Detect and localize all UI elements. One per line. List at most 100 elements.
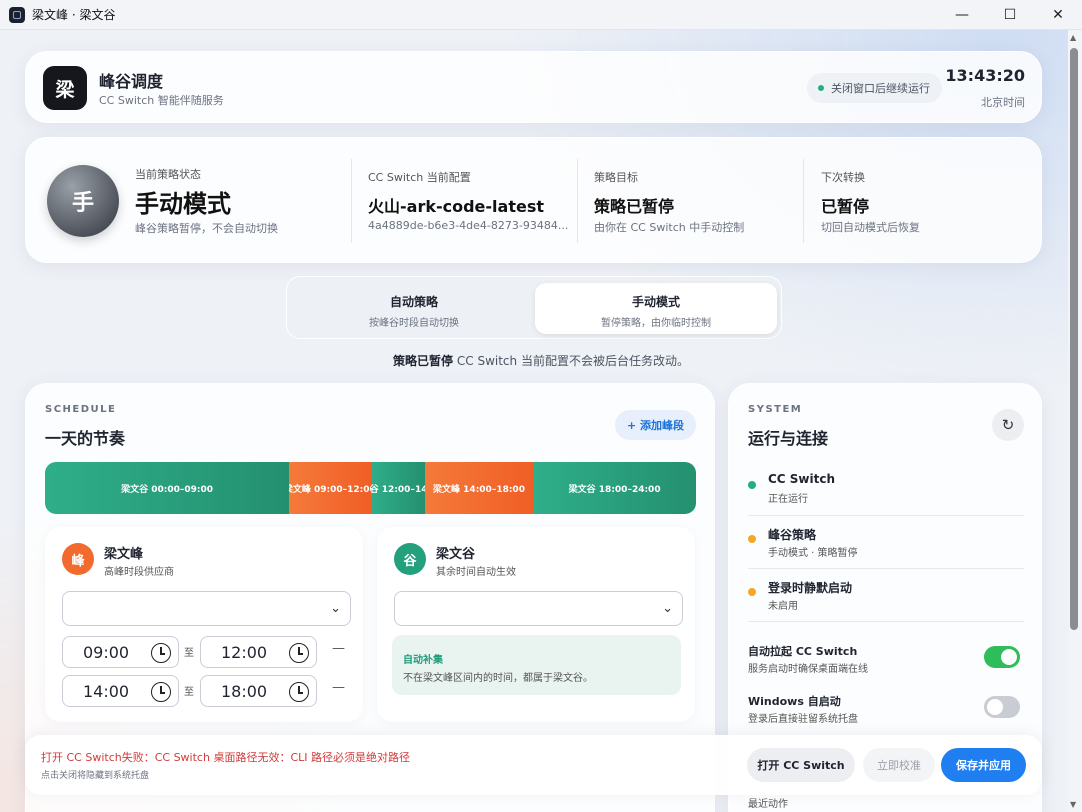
maximize-button[interactable]: ☐ xyxy=(986,0,1034,30)
timeline-segment: 梁文谷 00:00–09:00 xyxy=(45,462,290,514)
status-panel: 手 当前策略状态 手动模式 峰谷策略暂停，不会自动切换 CC Switch 当前… xyxy=(25,137,1042,263)
day-timeline: 梁文谷 00:00–09:00梁文峰 09:00–12:00梁文谷 12:00–… xyxy=(45,462,696,514)
calibrate-button[interactable]: 立即校准 xyxy=(863,748,935,782)
status-dot-icon xyxy=(748,535,756,543)
timeline-segment: 梁文谷 18:00–24:00 xyxy=(533,462,696,514)
scroll-down-icon[interactable]: ▼ xyxy=(1070,800,1076,809)
autofill-title: 自动补集 xyxy=(403,655,443,666)
divider xyxy=(748,515,1024,516)
chevron-down-icon: ⌄ xyxy=(662,601,673,616)
next-value: 已暂停 xyxy=(821,197,870,216)
start-time-input[interactable]: 09:00 xyxy=(62,636,179,668)
peak-provider-card: 峰 梁文峰 高峰时段供应商 ⌄ 09:00 至 12:00 — 14:00 至 … xyxy=(45,527,363,722)
config-label: CC Switch 当前配置 xyxy=(368,171,471,184)
status-item-name: 峰谷策略 xyxy=(768,528,817,542)
auto-mode-desc: 按峰谷时段自动切换 xyxy=(369,318,459,329)
system-kicker: SYSTEM xyxy=(748,404,803,415)
maximize-icon: ☐ xyxy=(1003,7,1017,23)
target-value: 策略已暂停 xyxy=(594,197,675,216)
auto-mode-tab[interactable]: 自动策略 按峰谷时段自动切换 xyxy=(293,283,535,334)
minimize-button[interactable]: — xyxy=(938,0,986,30)
schedule-title: 一天的节奏 xyxy=(45,429,126,448)
target-desc: 由你在 CC Switch 中手动控制 xyxy=(594,221,745,234)
timeline-segment: 梁文谷 12:00–14:00 xyxy=(370,462,425,514)
footer-bar: 打开 CC Switch失败：CC Switch 桌面路径无效：CLI 路径必须… xyxy=(25,735,1042,795)
valley-provider-select[interactable]: ⌄ xyxy=(394,591,683,626)
auto-launch-toggle[interactable] xyxy=(984,646,1020,668)
scroll-up-icon[interactable]: ▲ xyxy=(1070,33,1076,42)
notice-text: CC Switch 当前配置不会被后台任务改动。 xyxy=(453,354,689,368)
tray-hint: 点击关闭将隐藏到系统托盘 xyxy=(41,771,150,781)
recent-actions-label: 最近动作 xyxy=(748,799,788,810)
notice-strong: 策略已暂停 xyxy=(393,354,454,368)
scrollbar-thumb[interactable] xyxy=(1070,48,1078,630)
range-separator: 至 xyxy=(184,648,194,659)
chevron-down-icon: ⌄ xyxy=(330,601,341,616)
add-peak-button[interactable]: + 添加峰段 xyxy=(615,410,696,440)
status-item-desc: 正在运行 xyxy=(768,494,808,505)
autofill-note: 自动补集 不在梁文峰区间内的时间，都属于梁文谷。 xyxy=(392,635,681,695)
clock-icon[interactable] xyxy=(151,682,171,702)
timeline-segment: 梁文峰 09:00–12:00 xyxy=(289,462,371,514)
windows-startup-toggle[interactable] xyxy=(984,696,1020,718)
end-time-value: 12:00 xyxy=(221,642,268,662)
clock-icon[interactable] xyxy=(289,643,309,663)
status-item-name: 登录时静默启动 xyxy=(768,581,853,595)
status-dot-icon xyxy=(818,85,824,91)
divider xyxy=(748,621,1024,622)
close-button[interactable]: ✕ xyxy=(1034,0,1082,30)
refresh-icon[interactable]: ↻ xyxy=(992,409,1024,441)
manual-mode-tab[interactable]: 手动模式 暂停策略，由你临时控制 xyxy=(535,283,777,334)
clock-time: 13:43:20 xyxy=(945,66,1025,85)
start-time-input[interactable]: 14:00 xyxy=(62,675,179,707)
valley-avatar: 谷 xyxy=(394,543,426,575)
start-time-value: 09:00 xyxy=(83,642,130,662)
config-id: 4a4889de-b6e3-4de4-8273-93484... xyxy=(368,219,569,232)
next-label: 下次转换 xyxy=(821,171,865,184)
save-apply-button[interactable]: 保存并应用 xyxy=(941,748,1026,782)
valley-desc: 其余时间自动生效 xyxy=(436,567,516,578)
time-range-row: 14:00 至 18:00 — xyxy=(62,675,351,707)
toggle-knob xyxy=(1001,649,1017,665)
end-time-value: 18:00 xyxy=(221,681,268,701)
next-desc: 切回自动模式后恢复 xyxy=(821,221,920,234)
toggle-knob xyxy=(987,699,1003,715)
app-subtitle: CC Switch 智能伴随服务 xyxy=(99,94,224,107)
auto-mode-title: 自动策略 xyxy=(389,295,438,309)
peak-name: 梁文峰 xyxy=(104,547,144,562)
clock-icon[interactable] xyxy=(289,682,309,702)
app-logo: 梁 xyxy=(43,66,87,110)
strategy-notice: 策略已暂停 CC Switch 当前配置不会被后台任务改动。 xyxy=(0,352,1082,369)
background-run-label: 关闭窗口后继续运行 xyxy=(831,82,930,95)
clock-icon[interactable] xyxy=(151,643,171,663)
divider xyxy=(577,159,578,243)
title-bar: 梁文峰 · 梁文谷 — ☐ ✕ xyxy=(0,0,1082,30)
range-separator: 至 xyxy=(184,687,194,698)
remove-range-button[interactable]: — xyxy=(332,641,345,656)
peak-desc: 高峰时段供应商 xyxy=(104,567,174,578)
schedule-kicker: SCHEDULE xyxy=(45,404,117,415)
toggle-desc: 服务启动时确保桌面端在线 xyxy=(748,664,868,675)
system-title: 运行与连接 xyxy=(748,429,829,448)
manual-mode-desc: 暂停策略，由你临时控制 xyxy=(601,318,711,329)
peak-provider-select[interactable]: ⌄ xyxy=(62,591,351,626)
toggle-name: Windows 自启动 xyxy=(748,695,841,708)
open-cc-switch-button[interactable]: 打开 CC Switch xyxy=(747,748,855,782)
close-icon: ✕ xyxy=(1052,7,1064,23)
end-time-input[interactable]: 18:00 xyxy=(200,675,317,707)
toggle-desc: 登录后直接驻留系统托盘 xyxy=(748,714,858,725)
time-range-row: 09:00 至 12:00 — xyxy=(62,636,351,668)
toggle-name: 自动拉起 CC Switch xyxy=(748,645,858,658)
mode-desc: 峰谷策略暂停，不会自动切换 xyxy=(135,222,278,235)
config-name: 火山-ark-code-latest xyxy=(368,197,544,216)
valley-provider-card: 谷 梁文谷 其余时间自动生效 ⌄ 自动补集 不在梁文峰区间内的时间，都属于梁文谷… xyxy=(377,527,695,722)
status-item-name: CC Switch xyxy=(768,472,836,486)
timeline-segment: 梁文峰 14:00–18:00 xyxy=(424,462,534,514)
peak-avatar: 峰 xyxy=(62,543,94,575)
status-dot-icon xyxy=(748,588,756,596)
divider xyxy=(748,568,1024,569)
end-time-input[interactable]: 12:00 xyxy=(200,636,317,668)
remove-range-button[interactable]: — xyxy=(332,680,345,695)
mode-value: 手动模式 xyxy=(135,190,231,218)
start-time-value: 14:00 xyxy=(83,681,130,701)
